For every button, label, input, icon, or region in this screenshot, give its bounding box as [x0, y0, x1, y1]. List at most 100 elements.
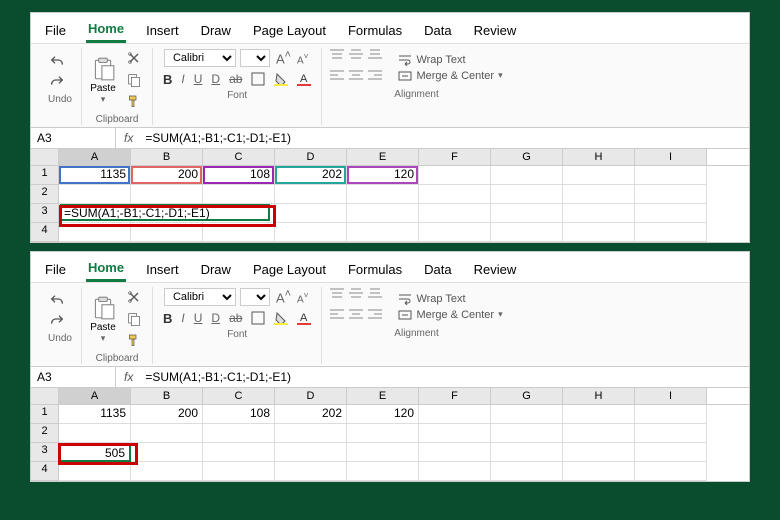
undo-icon[interactable] — [47, 52, 67, 72]
cut-icon[interactable] — [124, 48, 144, 68]
wrap-text-button[interactable]: Wrap Text — [398, 293, 502, 305]
underline-button[interactable]: U — [192, 71, 205, 87]
row-header-3[interactable]: 3 — [31, 204, 59, 223]
cell-c1[interactable]: 108 — [203, 405, 275, 424]
cell-a3-editing[interactable]: =SUM(A1;-B1;-C1;-D1;-E1) — [60, 204, 270, 221]
col-header-h[interactable]: H — [563, 388, 635, 404]
row-header-4[interactable]: 4 — [31, 223, 59, 242]
cell-a1[interactable]: 1135 — [59, 166, 131, 185]
copy-icon[interactable] — [124, 70, 144, 90]
cell-b1[interactable]: 200 — [131, 166, 203, 185]
double-underline-button[interactable]: D — [209, 310, 222, 326]
increase-font-icon[interactable]: A˄ — [274, 48, 293, 67]
undo-icon[interactable] — [47, 291, 67, 311]
col-header-f[interactable]: F — [419, 149, 491, 165]
tab-page-layout[interactable]: Page Layout — [251, 258, 328, 281]
double-underline-button[interactable]: D — [209, 71, 222, 87]
italic-button[interactable]: I — [179, 71, 186, 87]
cell-i1[interactable] — [635, 166, 707, 185]
font-size-select[interactable]: 11 — [240, 288, 270, 306]
font-color-icon[interactable]: A — [295, 70, 313, 88]
cell-a3[interactable]: 505 — [59, 443, 131, 462]
cell-g1[interactable] — [491, 166, 563, 185]
cell-f1[interactable] — [419, 166, 491, 185]
tab-home[interactable]: Home — [86, 256, 126, 282]
tab-data[interactable]: Data — [422, 19, 453, 42]
wrap-text-button[interactable]: Wrap Text — [398, 54, 502, 66]
col-header-i[interactable]: I — [635, 149, 707, 165]
tab-formulas[interactable]: Formulas — [346, 19, 404, 42]
decrease-font-icon[interactable]: A˅ — [295, 289, 311, 306]
tab-draw[interactable]: Draw — [199, 258, 233, 281]
align-middle-icon[interactable] — [349, 48, 365, 66]
row-header-2[interactable]: 2 — [31, 185, 59, 204]
align-left-icon[interactable] — [330, 308, 346, 326]
tab-file[interactable]: File — [43, 258, 68, 281]
fx-icon[interactable]: fx — [116, 370, 141, 384]
tab-home[interactable]: Home — [86, 17, 126, 43]
row-header-2[interactable]: 2 — [31, 424, 59, 443]
tab-formulas[interactable]: Formulas — [346, 258, 404, 281]
paste-button[interactable]: Paste▾ — [90, 294, 116, 344]
paste-button[interactable]: Paste▾ — [90, 55, 116, 105]
merge-center-button[interactable]: Merge & Center▾ — [398, 309, 502, 321]
fill-color-icon[interactable] — [272, 70, 290, 88]
format-painter-icon[interactable] — [124, 92, 144, 112]
select-all-corner[interactable] — [31, 388, 59, 404]
row-header-3[interactable]: 3 — [31, 443, 59, 462]
cell-d1[interactable]: 202 — [275, 166, 347, 185]
formula-input[interactable]: =SUM(A1;-B1;-C1;-D1;-E1) — [141, 367, 749, 387]
tab-review[interactable]: Review — [472, 19, 519, 42]
font-name-select[interactable]: Calibri — [164, 288, 236, 306]
row-header-1[interactable]: 1 — [31, 166, 59, 185]
strike-button[interactable]: ab — [227, 310, 244, 326]
cell-d1[interactable]: 202 — [275, 405, 347, 424]
align-bottom-icon[interactable] — [368, 48, 384, 66]
bold-button[interactable]: B — [161, 71, 174, 88]
col-header-h[interactable]: H — [563, 149, 635, 165]
name-box[interactable]: A3 — [31, 367, 116, 387]
border-icon[interactable] — [249, 309, 267, 327]
font-size-select[interactable]: 11 — [240, 49, 270, 67]
align-center-icon[interactable] — [349, 69, 365, 87]
cell-e1[interactable]: 120 — [347, 166, 419, 185]
name-box[interactable]: A3 — [31, 128, 116, 148]
col-header-a[interactable]: A — [59, 388, 131, 404]
col-header-d[interactable]: D — [275, 149, 347, 165]
cell-c1[interactable]: 108 — [203, 166, 275, 185]
col-header-i[interactable]: I — [635, 388, 707, 404]
tab-data[interactable]: Data — [422, 258, 453, 281]
align-bottom-icon[interactable] — [368, 287, 384, 305]
col-header-b[interactable]: B — [131, 388, 203, 404]
row-header-4[interactable]: 4 — [31, 462, 59, 481]
increase-font-icon[interactable]: A˄ — [274, 287, 293, 306]
col-header-f[interactable]: F — [419, 388, 491, 404]
redo-icon[interactable] — [47, 72, 67, 92]
tab-insert[interactable]: Insert — [144, 19, 181, 42]
align-middle-icon[interactable] — [349, 287, 365, 305]
formula-input[interactable]: =SUM(A1;-B1;-C1;-D1;-E1) — [141, 128, 749, 148]
tab-file[interactable]: File — [43, 19, 68, 42]
tab-draw[interactable]: Draw — [199, 19, 233, 42]
cell-h1[interactable] — [563, 166, 635, 185]
align-top-icon[interactable] — [330, 287, 346, 305]
col-header-a[interactable]: A — [59, 149, 131, 165]
align-top-icon[interactable] — [330, 48, 346, 66]
select-all-corner[interactable] — [31, 149, 59, 165]
col-header-e[interactable]: E — [347, 149, 419, 165]
merge-center-button[interactable]: Merge & Center▾ — [398, 70, 502, 82]
copy-icon[interactable] — [124, 309, 144, 329]
col-header-e[interactable]: E — [347, 388, 419, 404]
col-header-b[interactable]: B — [131, 149, 203, 165]
cell-e1[interactable]: 120 — [347, 405, 419, 424]
col-header-d[interactable]: D — [275, 388, 347, 404]
font-color-icon[interactable]: A — [295, 309, 313, 327]
tab-insert[interactable]: Insert — [144, 258, 181, 281]
strike-button[interactable]: ab — [227, 71, 244, 87]
col-header-c[interactable]: C — [203, 149, 275, 165]
align-left-icon[interactable] — [330, 69, 346, 87]
row-header-1[interactable]: 1 — [31, 405, 59, 424]
fill-color-icon[interactable] — [272, 309, 290, 327]
align-right-icon[interactable] — [368, 69, 384, 87]
tab-review[interactable]: Review — [472, 258, 519, 281]
